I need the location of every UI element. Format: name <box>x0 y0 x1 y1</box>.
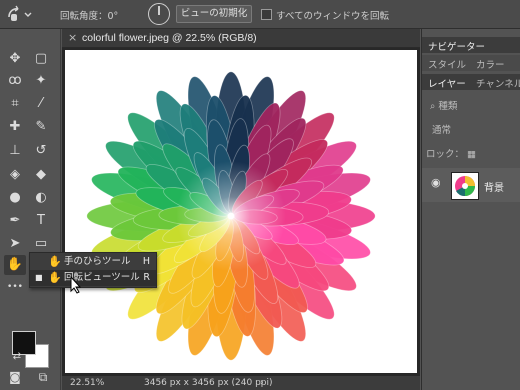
path-select-tool-icon[interactable]: ➤ <box>4 234 26 254</box>
navigator-tabs: ナビゲーター <box>422 37 520 53</box>
status-menu-arrow-icon[interactable]: › <box>260 376 264 390</box>
tab-navigator[interactable]: ナビゲーター <box>428 39 485 53</box>
search-icon: ⌕ <box>430 101 436 112</box>
document-dimensions: 3456 px x 3456 px (240 ppi) <box>144 378 273 388</box>
mouse-cursor-icon <box>70 276 82 294</box>
selected-bullet-icon: ■ <box>35 273 43 282</box>
move-tool-icon[interactable]: ✥ <box>4 49 26 69</box>
hand-icon: ✋ <box>48 255 62 268</box>
layer-name: 背景 <box>484 183 504 194</box>
rotate-view-tool-shortcut: R <box>143 272 150 283</box>
options-bar: 回転角度：0° ビューの初期化 すべてのウィンドウを回転 <box>0 0 520 29</box>
document-title: colorful flower.jpeg @ 22.5% (RGB/8) <box>82 32 257 44</box>
lasso-tool-icon[interactable]: ꝏ <box>4 71 26 91</box>
lock-row: ロック： ▦ <box>426 146 476 160</box>
tab-styles[interactable]: スタイル <box>428 57 466 71</box>
healing-tool-icon[interactable]: ✚ <box>4 117 26 137</box>
tab-color[interactable]: カラー <box>476 57 505 71</box>
history-brush-tool-icon[interactable]: ↺ <box>30 141 52 161</box>
rotate-view-tool-icon[interactable]: ✋ <box>4 255 26 275</box>
canvas-area[interactable] <box>62 48 420 376</box>
right-panels: ナビゲーター スタイル カラー レイヤー チャンネル ⌕ 種類 通常 ロック： … <box>421 29 520 390</box>
stamp-tool-icon[interactable]: ⊥ <box>4 141 26 161</box>
rotate-view-tool-preset-icon[interactable] <box>6 5 32 23</box>
tab-layers[interactable]: レイヤー <box>428 76 466 90</box>
eyedropper-tool-icon[interactable]: ⁄ <box>30 94 52 114</box>
blur-tool-icon[interactable]: ● <box>4 188 26 208</box>
status-bar: 22.51% 3456 px x 3456 px (240 ppi) › <box>62 376 420 390</box>
layer-tabs: レイヤー チャンネル <box>422 74 520 90</box>
layer-filter[interactable]: ⌕ 種類 <box>430 98 457 112</box>
close-document-icon[interactable]: × <box>68 31 77 44</box>
crop-tool-icon[interactable]: ⌗ <box>4 94 26 114</box>
pen-tool-icon[interactable]: ✒ <box>4 211 26 231</box>
bucket-tool-icon[interactable]: ◆ <box>30 165 52 185</box>
tab-channels[interactable]: チャンネル <box>476 76 520 90</box>
layer-filter-label: 種類 <box>438 101 458 112</box>
brush-tool-icon[interactable]: ✎ <box>30 117 52 137</box>
rotation-angle-value[interactable]: 0° <box>108 11 119 22</box>
magic-wand-tool-icon[interactable]: ✦ <box>30 71 52 91</box>
style-tabs: スタイル カラー <box>422 55 520 71</box>
quick-mask-icon[interactable]: ◙ <box>4 367 26 387</box>
rotation-angle-field: 回転角度：0° <box>60 8 118 22</box>
document-tab[interactable]: × colorful flower.jpeg @ 22.5% (RGB/8) <box>62 29 420 48</box>
dodge-tool-icon[interactable]: ◐ <box>30 188 52 208</box>
document-canvas[interactable] <box>65 50 417 373</box>
zoom-level[interactable]: 22.51% <box>70 376 104 390</box>
lock-label: ロック： <box>426 149 465 160</box>
blend-mode-select[interactable]: 通常 <box>432 122 451 136</box>
rotate-all-windows-checkbox[interactable] <box>261 9 272 20</box>
eraser-tool-icon[interactable]: ◈ <box>4 165 26 185</box>
layer-row-background[interactable]: ◉ 背景 <box>422 168 520 202</box>
tools-panel: ✥ ▢ ꝏ ✦ ⌗ ⁄ ✚ ✎ ⊥ ↺ ◈ ◆ ● ◐ ✒ T ➤ ▭ ✋ ••• ⇄ ◙ ⧉ <box>0 29 61 390</box>
rotation-dial[interactable] <box>148 3 170 25</box>
flower-image <box>86 71 376 361</box>
visibility-eye-icon[interactable]: ◉ <box>431 176 441 189</box>
layer-thumbnail <box>451 172 479 200</box>
reset-view-button[interactable]: ビューの初期化 <box>176 5 252 23</box>
rotate-view-tool-menu-item[interactable]: ■ ✋ 回転ビューツール R <box>30 270 156 286</box>
rotate-all-windows-label: すべてのウィンドウを回転 <box>276 11 389 22</box>
hand-tool-menu-item[interactable]: ✋ 手のひらツール H <box>30 254 156 270</box>
rotate-view-icon: ✋ <box>48 271 62 284</box>
more-tools-icon[interactable]: ••• <box>4 277 26 297</box>
hand-tool-shortcut: H <box>142 256 150 267</box>
rotation-angle-label: 回転角度： <box>60 11 108 22</box>
hand-tool-flyout: ✋ 手のひらツール H ■ ✋ 回転ビューツール R <box>29 252 157 288</box>
artboard-tool-icon[interactable]: ▢ <box>30 49 52 69</box>
type-tool-icon[interactable]: T <box>30 211 52 231</box>
swap-colors-icon[interactable]: ⇄ <box>6 347 28 367</box>
lock-pixels-icon[interactable]: ▦ <box>467 149 476 160</box>
shape-tool-icon[interactable]: ▭ <box>30 234 52 254</box>
screen-mode-icon[interactable]: ⧉ <box>32 367 54 387</box>
hand-tool-label: 手のひらツール <box>64 256 131 267</box>
